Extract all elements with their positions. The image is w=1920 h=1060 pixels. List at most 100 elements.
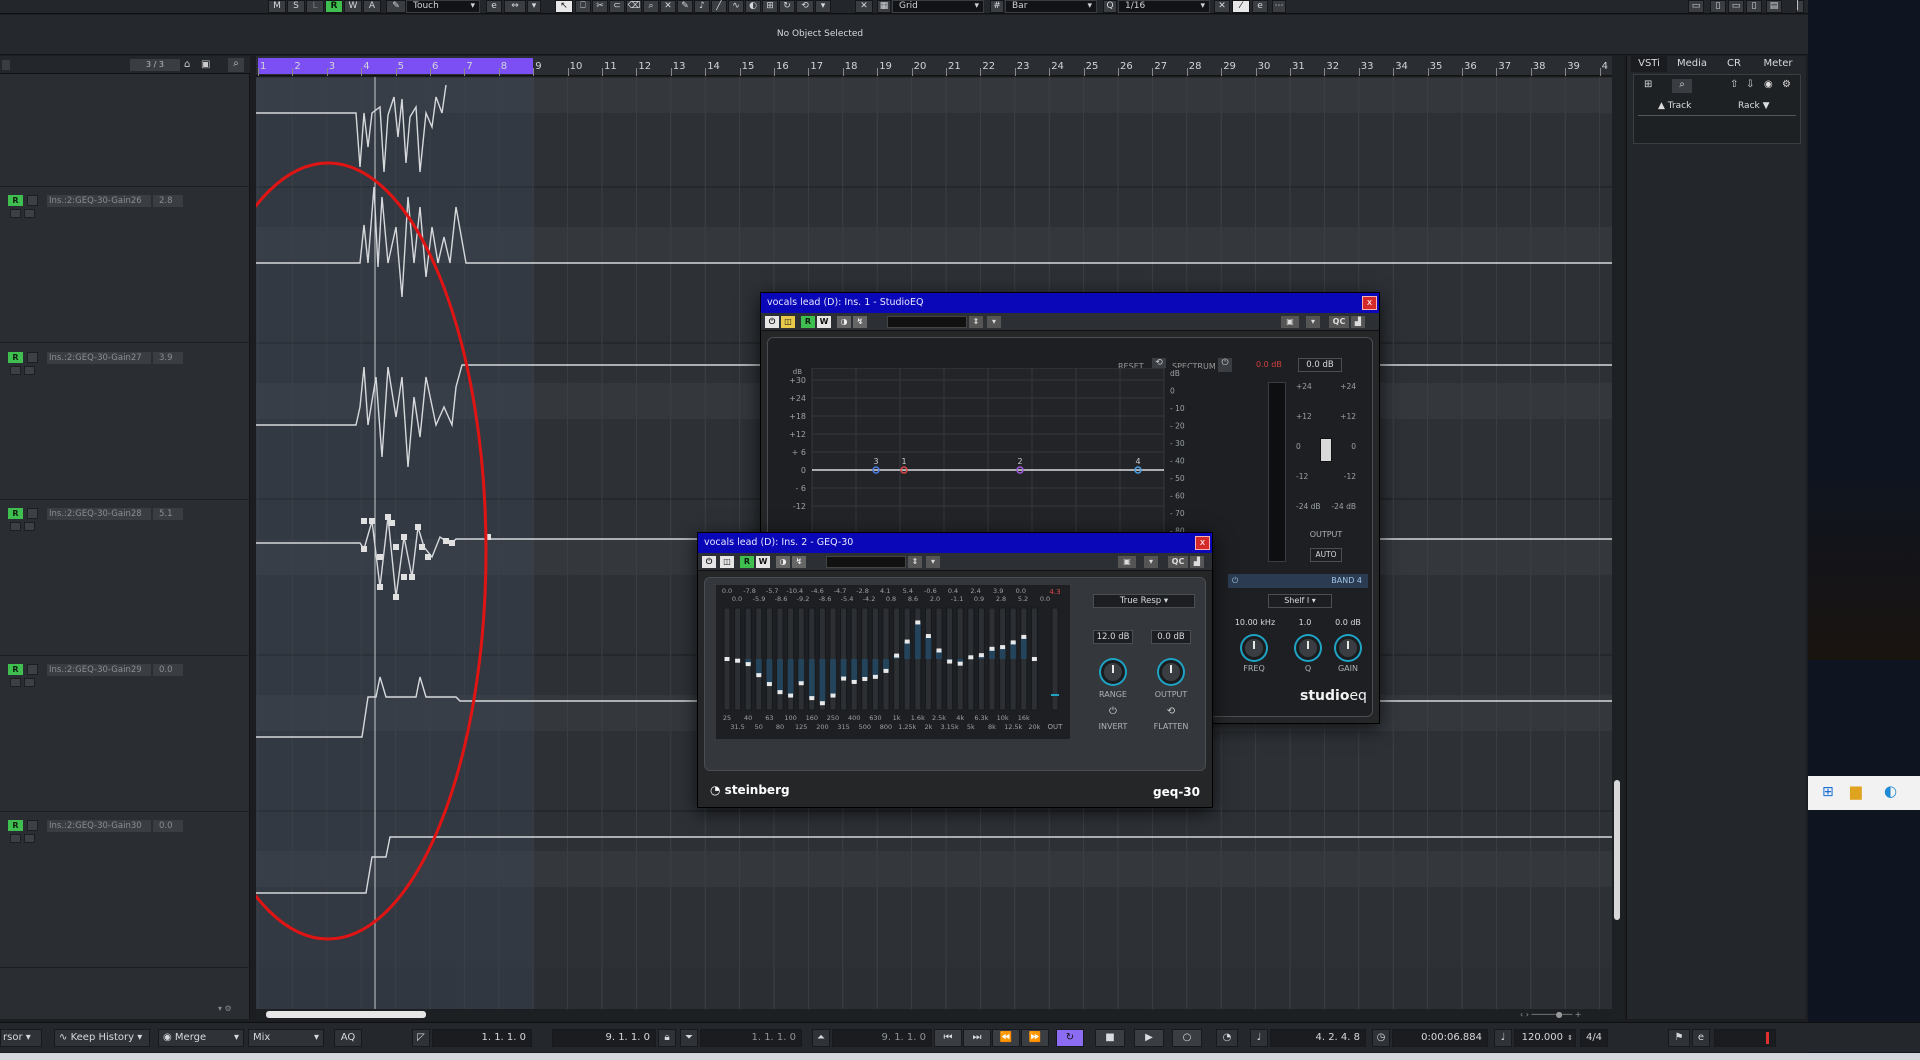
object-selection-tool-icon[interactable]: ↖	[555, 0, 573, 13]
loop-icon[interactable]: ↻	[779, 0, 795, 13]
geq-band-slider-handle[interactable]	[788, 693, 794, 698]
split-tool-icon[interactable]: ✂	[592, 0, 608, 13]
add-lane-icon[interactable]	[10, 678, 21, 687]
lane-parameter-name[interactable]: Ins.:2:GEQ-30-Gain26	[47, 195, 151, 207]
read-button[interactable]: R	[8, 664, 23, 675]
timeline-ruler[interactable]: 1 2 3 4 5 6 7 8 9 10 11 12 13 14 15 16 17 18 19 20 21 22 23 24 2…	[256, 56, 1612, 76]
mute-button[interactable]	[27, 508, 38, 519]
automation-mode-select[interactable]: Touch ▾	[406, 0, 480, 13]
camera-icon[interactable]: ▣	[1281, 316, 1299, 328]
geq30-title-bar[interactable]: vocals lead (D): Ins. 2 - GEQ-30	[698, 533, 1212, 553]
write-all-button[interactable]: W	[344, 0, 362, 13]
grid-type-select[interactable]: Bar ▾	[1005, 0, 1097, 13]
right-locator-field[interactable]: 9. 1. 1. 0	[552, 1029, 656, 1047]
go-to-end-button[interactable]: ⏭	[963, 1029, 991, 1047]
functions-menu-icon[interactable]: ▾	[1306, 316, 1320, 328]
edit-transport-icon[interactable]: e	[1692, 1029, 1710, 1047]
band-power-icon[interactable]: ⏻	[1232, 574, 1238, 588]
lane-parameter-name[interactable]: Ins.:2:GEQ-30-Gain29	[47, 664, 151, 676]
move-up-icon[interactable]: ⇧	[1730, 79, 1744, 93]
lane-options-icon[interactable]	[24, 834, 35, 843]
auto-button[interactable]: AUTO	[1310, 548, 1342, 562]
mute-button[interactable]	[27, 820, 38, 831]
preset-field[interactable]	[887, 316, 967, 328]
go-to-start-button[interactable]: ⏮	[934, 1029, 962, 1047]
range-tool-icon[interactable]: ⎕	[575, 0, 591, 13]
geq-band-slider-handle[interactable]	[968, 655, 974, 660]
quick-controls-button[interactable]: QC	[1168, 556, 1188, 568]
geq30-close-button[interactable]: x	[1195, 536, 1210, 550]
geq-band-slider-handle[interactable]	[798, 681, 804, 686]
lane-parameter-name[interactable]: Ins.:2:GEQ-30-Gain27	[47, 352, 151, 364]
track-preset-icon[interactable]: ⌂	[184, 59, 196, 71]
geq-band-slider-handle[interactable]	[830, 693, 836, 698]
tempo-field[interactable]: 120.000 ⇕	[1514, 1029, 1576, 1047]
left-locator-icon[interactable]: ◸	[412, 1029, 430, 1047]
clock-icon[interactable]: ◷	[1372, 1029, 1390, 1047]
track-visibility-icon[interactable]: ▣	[201, 59, 213, 71]
punch-out-field[interactable]: 9. 1. 1. 0	[832, 1029, 932, 1047]
arrow-tool-icon[interactable]: ⇔	[504, 0, 526, 13]
mute-button[interactable]	[27, 195, 38, 206]
nudge-dropdown-icon[interactable]: ▾	[815, 0, 831, 13]
geq-band-slider-handle[interactable]	[904, 639, 910, 644]
geq-band-slider-handle[interactable]	[862, 676, 868, 681]
geq-band-slider-handle[interactable]	[883, 668, 889, 673]
add-lane-icon[interactable]	[10, 834, 21, 843]
vertical-scrollbar[interactable]	[1612, 56, 1624, 1019]
geq-band-slider-handle[interactable]	[978, 653, 984, 658]
geq-band-slider-handle[interactable]	[777, 690, 783, 695]
grid-icon[interactable]: #	[990, 0, 1004, 13]
eq-curve-display[interactable]: +30 +24 +18 +12 + 6 0 - 6 -12 dB dB 0 - 10 - 20 - 30 -…	[782, 368, 1202, 548]
spectrum-power-icon[interactable]: ⏻	[1218, 358, 1232, 372]
mute-button[interactable]	[27, 664, 38, 675]
output-knob[interactable]	[1159, 660, 1183, 684]
tool-select[interactable]: rsor ▾	[0, 1029, 42, 1047]
read-button[interactable]: R	[8, 820, 23, 831]
search-track-icon[interactable]: ⌕	[228, 58, 244, 72]
quantize-preset-icon[interactable]: ✕	[1214, 0, 1230, 13]
mode-select[interactable]: True Resp ▾	[1093, 594, 1195, 608]
lane-parameter-value[interactable]: 0.0	[153, 820, 183, 832]
studioeq-title-bar[interactable]: vocals lead (D): Ins. 1 - StudioEQ	[761, 293, 1379, 313]
geq-band-slider-handle[interactable]	[957, 661, 963, 666]
output-fader-handle[interactable]	[1320, 438, 1332, 462]
vertical-scroll-thumb[interactable]	[1614, 780, 1620, 920]
line-tool-icon[interactable]: ╱	[711, 0, 727, 13]
tempo-track-icon[interactable]: ♩	[1494, 1029, 1512, 1047]
quick-controls-button[interactable]: QC	[1329, 316, 1349, 328]
rack-settings-icon[interactable]: ◉	[1764, 79, 1778, 93]
nudge-icon[interactable]: ⟲	[796, 0, 814, 13]
rewind-button[interactable]: ⏪	[992, 1029, 1020, 1047]
read-button[interactable]: R	[8, 352, 23, 363]
band-4-header[interactable]: ⏻ BAND 4	[1228, 574, 1368, 588]
play-tool-icon[interactable]: ♪	[694, 0, 710, 13]
flatten-icon[interactable]: ⟲	[1163, 706, 1179, 717]
camera-icon[interactable]: ▣	[1118, 556, 1136, 568]
automation-panel-button[interactable]: A	[363, 0, 381, 13]
move-down-icon[interactable]: ⇩	[1746, 79, 1760, 93]
window-layout-icon[interactable]: ▭	[1688, 0, 1704, 13]
bypass-icon[interactable]: ⏻	[765, 316, 779, 328]
click-icon[interactable]: ⚑	[1668, 1029, 1690, 1047]
read-all-button[interactable]: R	[325, 0, 343, 13]
range-value[interactable]: 12.0 dB	[1093, 630, 1133, 644]
lane-parameter-value[interactable]: 5.1	[153, 508, 183, 520]
note-icon[interactable]: ♩	[1250, 1029, 1268, 1047]
horizontal-scroll-thumb[interactable]	[266, 1011, 426, 1018]
horizontal-scrollbar[interactable]: ‹ › ─────●── +	[256, 1009, 1612, 1020]
record-button[interactable]: ○	[1172, 1029, 1202, 1047]
more-toolbar-icon[interactable]: ⋯	[1272, 0, 1286, 13]
q-value[interactable]: 1.0	[1288, 618, 1322, 627]
filter-type-select[interactable]: Shelf I ▾	[1268, 594, 1332, 608]
geq-band-slider-handle[interactable]	[936, 648, 942, 653]
geq-band-slider-handle[interactable]	[1021, 634, 1027, 639]
horizontal-zoom-slider[interactable]: ‹ › ─────●── +	[1520, 1009, 1610, 1020]
geq-band-slider-handle[interactable]	[735, 658, 741, 663]
secondary-position-field[interactable]: 0:00:06.884	[1392, 1029, 1488, 1047]
left-locator-field[interactable]: 1. 1. 1. 0	[432, 1029, 532, 1047]
right-zone-icon[interactable]: ▯	[1746, 0, 1762, 13]
lane-options-icon[interactable]	[24, 678, 35, 687]
preset-menu-icon[interactable]: ▾	[926, 556, 940, 568]
mix-select[interactable]: Mix ▾	[248, 1029, 324, 1047]
